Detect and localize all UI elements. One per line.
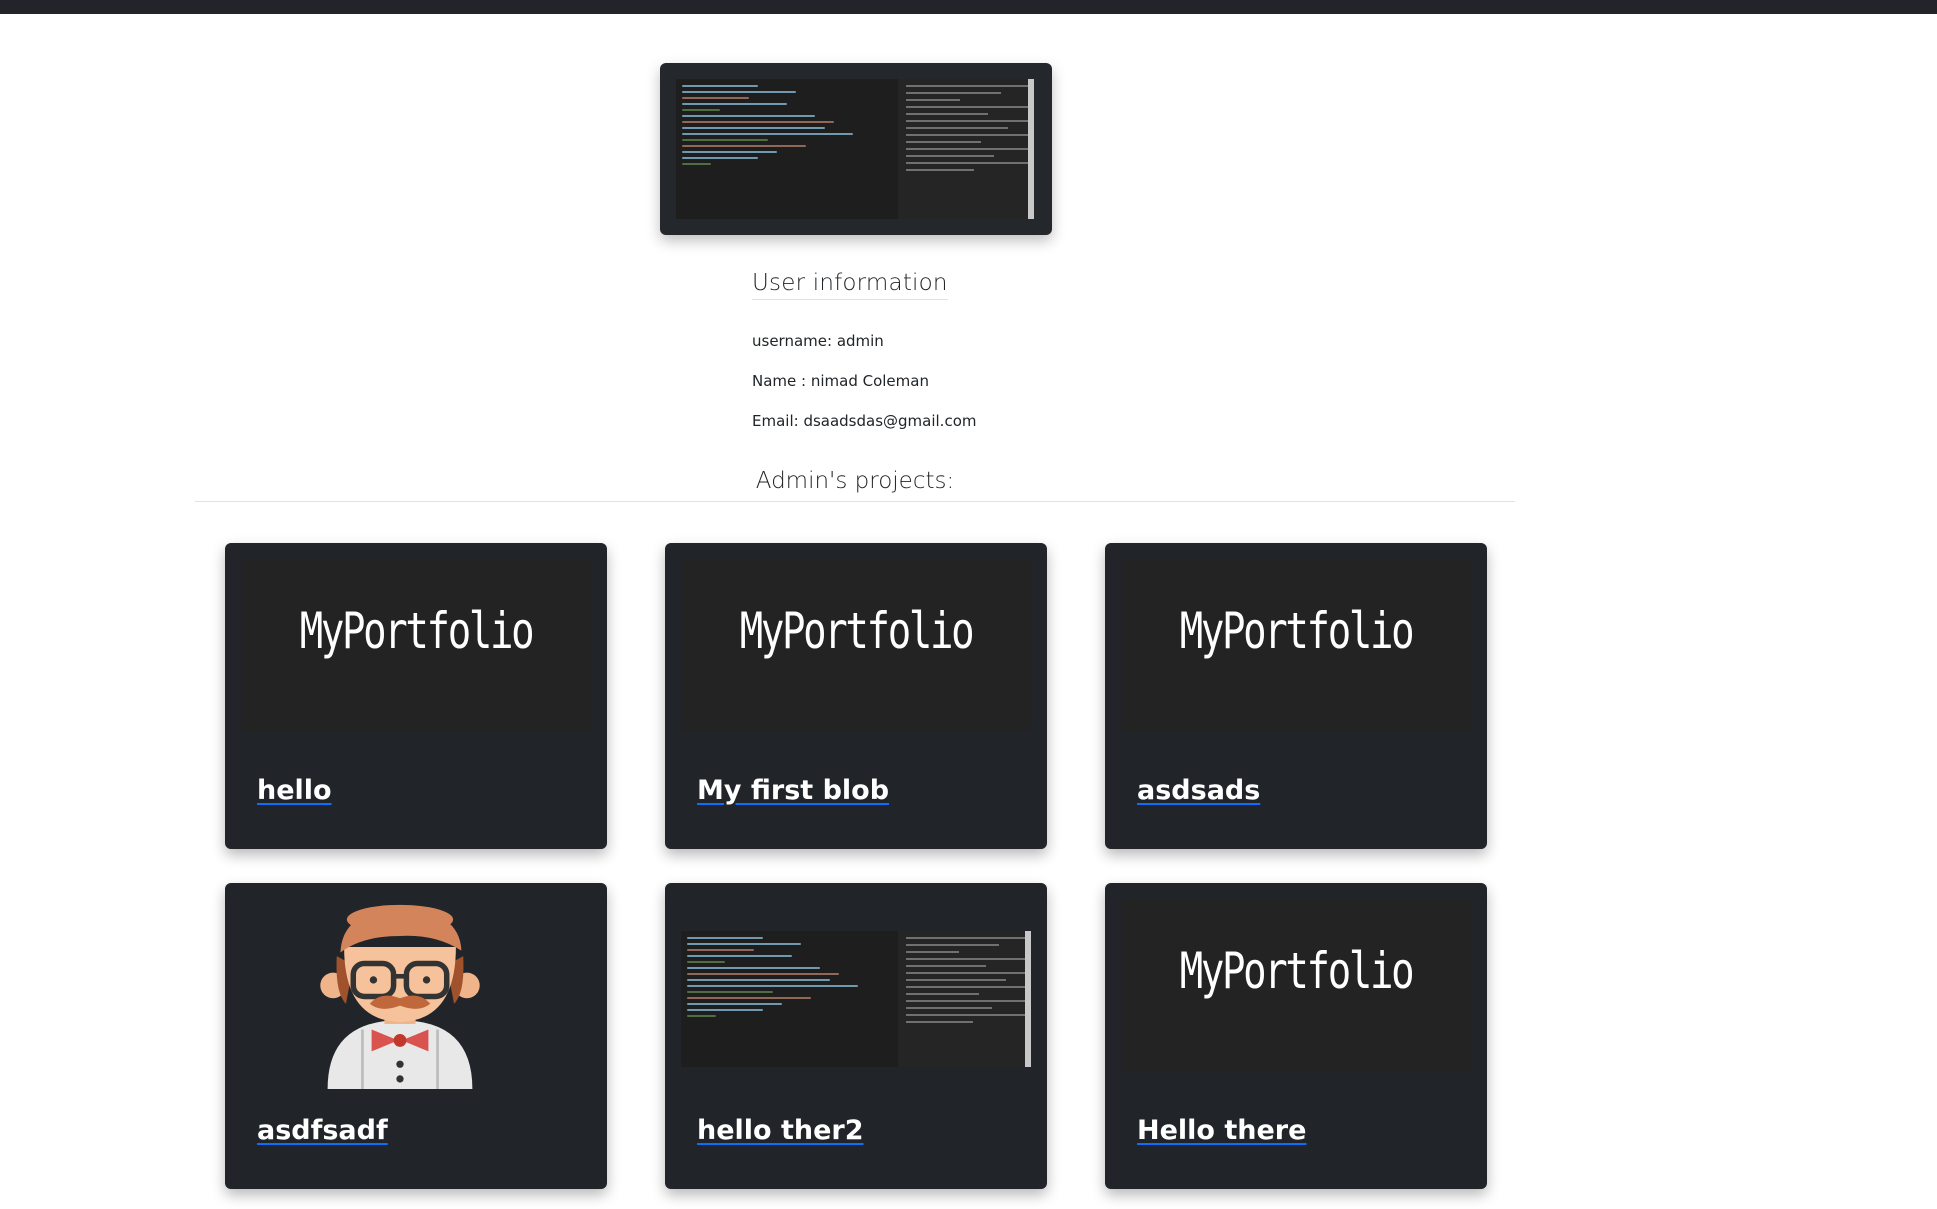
- myportfolio-logo: MyPortfolio: [299, 602, 535, 660]
- project-card[interactable]: MyPortfolio hello: [225, 543, 607, 849]
- top-navbar: [0, 0, 1937, 14]
- project-title-link[interactable]: My first blob: [697, 775, 889, 806]
- code-screenshot-image: [681, 931, 1031, 1067]
- username-text: username: admin: [752, 332, 884, 350]
- project-card[interactable]: MyPortfolio asdsads: [1105, 543, 1487, 849]
- profile-image: [660, 63, 1052, 235]
- project-thumbnail: MyPortfolio: [1121, 900, 1471, 1072]
- project-card[interactable]: MyPortfolio Hello there: [1105, 883, 1487, 1189]
- code-screenshot-image: [676, 79, 1034, 219]
- project-title-link[interactable]: asdfsadf: [257, 1115, 388, 1146]
- project-title-link[interactable]: Hello there: [1137, 1115, 1306, 1146]
- project-card[interactable]: MyPortfolio My first blob: [665, 543, 1047, 849]
- project-title-link[interactable]: asdsads: [1137, 775, 1260, 806]
- project-title-link[interactable]: hello ther2: [697, 1115, 864, 1146]
- user-info-title: User information: [752, 270, 948, 300]
- avatar-illustration: [320, 904, 480, 1089]
- project-card[interactable]: asdfsadf: [225, 883, 607, 1189]
- project-thumbnail: MyPortfolio: [681, 560, 1031, 732]
- user-information: User information username: admin Name : …: [752, 270, 1022, 430]
- project-card[interactable]: hello ther2: [665, 883, 1047, 1189]
- myportfolio-logo: MyPortfolio: [1179, 942, 1415, 1000]
- project-title-link[interactable]: hello: [257, 775, 332, 806]
- project-thumbnail: MyPortfolio: [1121, 560, 1471, 732]
- email-text: Email: dsaadsdas@gmail.com: [752, 412, 977, 430]
- projects-divider: [195, 501, 1515, 502]
- project-thumbnail: MyPortfolio: [241, 560, 591, 732]
- name-text: Name : nimad Coleman: [752, 372, 929, 390]
- myportfolio-logo: MyPortfolio: [739, 602, 975, 660]
- myportfolio-logo: MyPortfolio: [1179, 602, 1415, 660]
- projects-heading: Admin's projects:: [755, 468, 955, 494]
